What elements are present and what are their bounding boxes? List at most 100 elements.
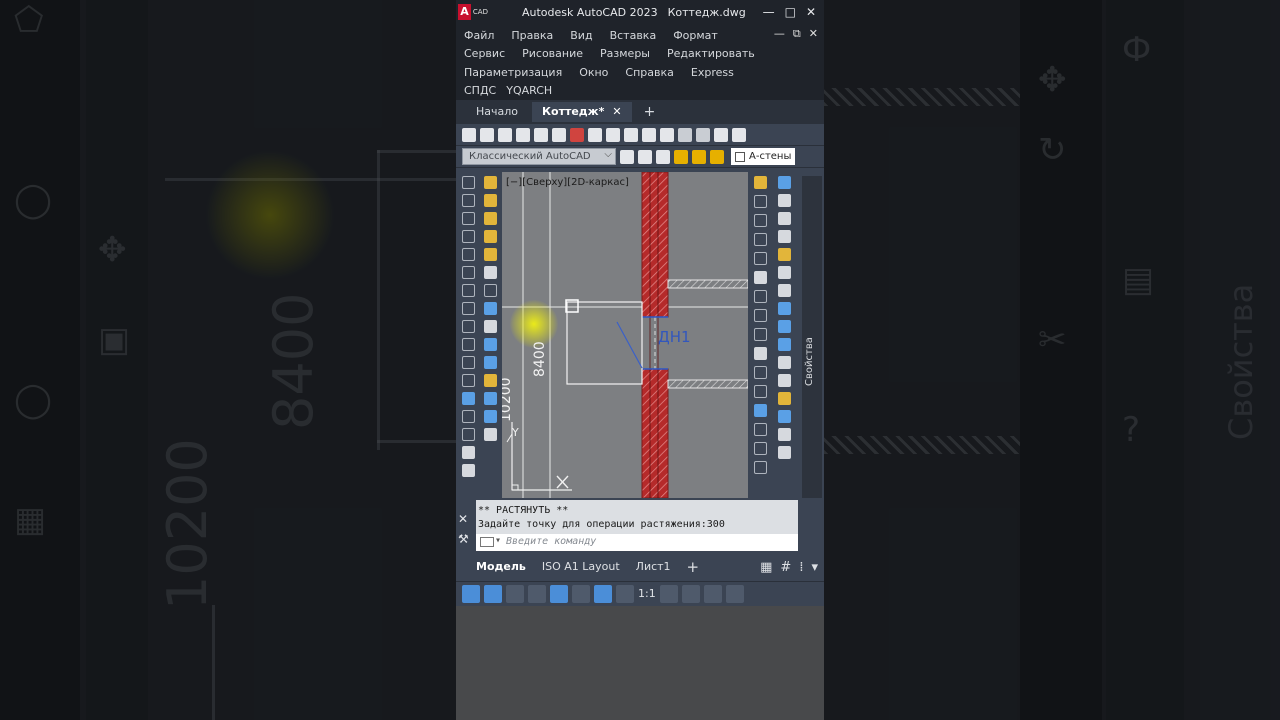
layer-states-icon[interactable]	[656, 149, 670, 164]
open-file-icon[interactable]	[480, 127, 494, 142]
menu-insert[interactable]: Вставка	[610, 29, 657, 42]
copy-object-icon[interactable]	[753, 195, 767, 208]
tool-icon[interactable]	[777, 194, 791, 207]
tab-close-icon[interactable]: ✕	[612, 105, 621, 118]
menu-file[interactable]: Файл	[464, 29, 494, 42]
extend-icon[interactable]	[753, 366, 767, 379]
table-icon[interactable]	[461, 464, 475, 477]
cross-icon[interactable]	[483, 302, 497, 315]
menu-parametric[interactable]: Параметризация	[464, 66, 562, 79]
zoom-icon[interactable]	[732, 127, 746, 142]
point-icon[interactable]	[461, 428, 475, 441]
tool-icon[interactable]	[777, 410, 791, 423]
tool-icon[interactable]	[777, 356, 791, 369]
erase-icon[interactable]	[753, 176, 767, 189]
layer-properties-icon[interactable]	[638, 149, 652, 164]
annotation-scale-icon[interactable]	[616, 584, 634, 603]
chevron-down-icon[interactable]: ▾	[811, 560, 818, 575]
match-properties-icon[interactable]	[642, 127, 656, 142]
command-prompt-icon[interactable]	[480, 537, 494, 547]
brush-icon[interactable]	[483, 212, 497, 225]
mirror-icon[interactable]	[753, 214, 767, 227]
eraser-icon[interactable]	[483, 194, 497, 207]
move-icon[interactable]	[753, 271, 767, 284]
rotate-icon[interactable]	[753, 290, 767, 303]
grid-layout-icon[interactable]: ▦	[760, 560, 772, 575]
doc-minimize-button[interactable]: —	[774, 27, 785, 41]
isodraft-icon[interactable]	[528, 584, 546, 603]
paste-icon[interactable]	[624, 127, 638, 142]
brush-icon[interactable]	[483, 248, 497, 261]
menu-view[interactable]: Вид	[570, 29, 592, 42]
trim-icon[interactable]	[753, 347, 767, 360]
tool-icon[interactable]	[777, 302, 791, 315]
break-icon[interactable]	[753, 385, 767, 398]
hardware-acceleration-icon[interactable]	[703, 584, 722, 603]
tab-sheet1[interactable]: Лист1	[628, 556, 679, 578]
command-input[interactable]: ▾ Введите команду	[476, 534, 798, 551]
properties-palette-tab[interactable]: Свойства	[802, 176, 822, 498]
join-icon[interactable]	[753, 404, 767, 417]
menu-icon[interactable]	[725, 584, 744, 603]
menu-yqarch[interactable]: YQARCH	[506, 84, 552, 97]
frame-icon[interactable]	[483, 320, 497, 333]
tool-icon[interactable]	[777, 248, 791, 261]
customize-icon[interactable]	[681, 584, 700, 603]
pencil-icon[interactable]	[483, 176, 497, 189]
workspace-select[interactable]: Классический AutoCAD	[462, 147, 616, 165]
rectangle-icon[interactable]	[461, 266, 475, 279]
print-icon[interactable]	[516, 127, 530, 142]
grid-icon[interactable]: #	[780, 560, 791, 575]
tab-cottage[interactable]: Коттедж* ✕	[532, 102, 632, 122]
tool-icon[interactable]	[777, 338, 791, 351]
doc-restore-button[interactable]: ⧉	[793, 27, 801, 41]
tool-icon[interactable]	[777, 446, 791, 459]
brush-icon[interactable]	[483, 230, 497, 243]
ortho-icon[interactable]	[462, 584, 480, 603]
publish-icon[interactable]	[570, 127, 584, 142]
arc-icon[interactable]	[461, 284, 475, 297]
preview-icon[interactable]	[534, 127, 548, 142]
tool-icon[interactable]	[483, 338, 497, 351]
menu-dimension[interactable]: Размеры	[600, 47, 650, 60]
menu-format[interactable]: Формат	[673, 29, 718, 42]
node-icon[interactable]	[483, 284, 497, 297]
save-icon[interactable]	[498, 127, 512, 142]
spline-icon[interactable]	[461, 338, 475, 351]
autocad-logo[interactable]: A CAD	[458, 2, 488, 22]
tool-icon[interactable]	[483, 392, 497, 405]
minimize-button[interactable]: —	[763, 5, 775, 19]
chamfer-icon[interactable]	[753, 423, 767, 436]
close-button[interactable]: ✕	[806, 5, 816, 19]
sun-icon[interactable]	[692, 149, 706, 164]
gear-icon[interactable]	[620, 149, 634, 164]
revcloud-icon[interactable]	[461, 320, 475, 333]
tool-icon[interactable]	[777, 320, 791, 333]
tool-icon[interactable]	[777, 374, 791, 387]
tool-icon[interactable]	[483, 410, 497, 423]
doc-close-button[interactable]: ✕	[809, 27, 818, 41]
gear-icon[interactable]	[659, 584, 678, 603]
menu-window[interactable]: Окно	[579, 66, 608, 79]
close-icon[interactable]: ✕	[458, 512, 474, 526]
menu-tools[interactable]: Сервис	[464, 47, 505, 60]
menu-modify[interactable]: Редактировать	[667, 47, 755, 60]
new-file-icon[interactable]	[462, 127, 476, 142]
menu-draw[interactable]: Рисование	[522, 47, 583, 60]
snap-icon[interactable]: ⁞	[799, 560, 803, 575]
lock-icon[interactable]	[710, 149, 724, 164]
annotation-scale[interactable]: 1:1	[638, 587, 656, 600]
polyline-icon[interactable]	[461, 212, 475, 225]
construction-line-icon[interactable]	[461, 194, 475, 207]
chevron-down-icon[interactable]: ▾	[495, 534, 501, 548]
undo-icon[interactable]	[678, 127, 692, 142]
hatch-icon[interactable]	[461, 446, 475, 459]
array-icon[interactable]	[753, 252, 767, 265]
menu-edit[interactable]: Правка	[511, 29, 553, 42]
ellipse-icon[interactable]	[461, 356, 475, 369]
viewport-controls[interactable]: [−][Сверху][2D-каркас]	[506, 177, 629, 188]
line-icon[interactable]	[461, 176, 475, 189]
tool-icon[interactable]	[777, 428, 791, 441]
menu-help[interactable]: Справка	[625, 66, 673, 79]
wrench-icon[interactable]: ⚒	[458, 532, 474, 546]
